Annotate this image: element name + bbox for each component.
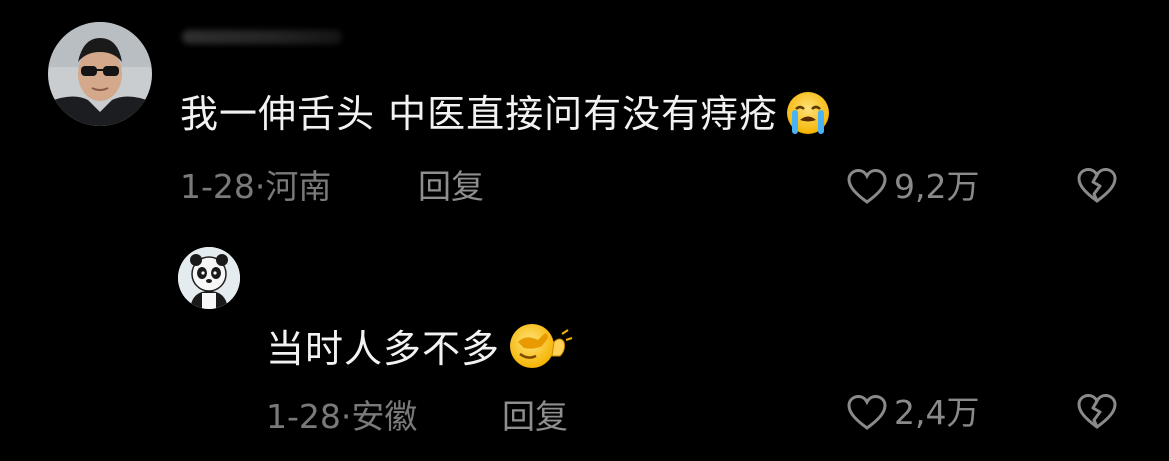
avatar[interactable] [178,247,240,309]
comment-text: 当时人多不多 [266,320,574,380]
meta-separator: · [340,397,352,436]
heart-outline-icon [846,168,888,206]
comment-date: 1-28 [266,397,341,436]
comment-location: 河南 [265,167,332,206]
broken-heart-icon [1076,393,1118,431]
reply-button[interactable]: 回复 [502,397,568,437]
comment-text-content: 当时人多不多 [266,327,501,371]
reply-button[interactable]: 回复 [418,167,484,207]
comment-meta: 1-28·安徽 [266,397,417,437]
like-count: 2,4万 [894,393,980,432]
dislike-button[interactable] [1076,167,1118,205]
like-count: 9,2万 [894,167,980,206]
heart-outline-icon [846,394,888,432]
dislike-button[interactable] [1076,393,1118,431]
comment-text: 我一伸舌头 中医直接问有没有痔疮 [180,89,834,145]
comment-meta: 1-28·河南 [180,167,331,207]
comment-location: 安徽 [351,397,418,436]
avatar[interactable] [48,22,152,126]
like-button[interactable]: 2,4万 [846,393,979,433]
username[interactable] [182,30,342,44]
like-button[interactable]: 9,2万 [846,167,979,207]
broken-heart-icon [1076,167,1118,205]
loudly-crying-face-emoji [782,89,834,145]
comment-date: 1-28 [180,167,255,206]
meta-separator: · [254,167,266,206]
comment-text-content: 我一伸舌头 中医直接问有没有痔疮 [180,92,779,136]
face-palm-emoji [504,320,574,380]
